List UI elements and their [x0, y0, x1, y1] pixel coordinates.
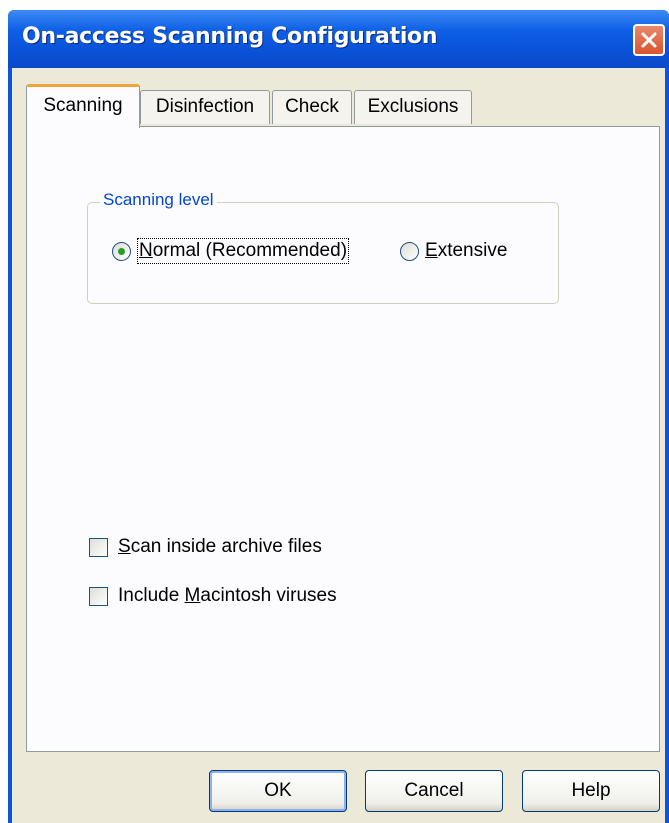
scanning-level-group: Scanning level Normal (Recommended) Exte… [87, 190, 559, 304]
mnemonic-s: S [118, 536, 131, 557]
tab-scanning-label: Scanning [43, 95, 123, 116]
checkbox-macintosh-text: acintosh viruses [200, 585, 337, 606]
checkbox-scan-archives-text: can inside archive files [130, 536, 322, 557]
radio-extensive[interactable]: Extensive [400, 240, 507, 262]
help-button-label: Help [571, 780, 611, 801]
dialog-window: On-access Scanning Configuration Scannin… [8, 10, 669, 823]
checkbox-macintosh[interactable]: Include Macintosh viruses [89, 585, 337, 607]
tab-scanning[interactable]: Scanning [26, 84, 140, 128]
radio-normal-label: Normal (Recommended) [137, 238, 350, 264]
help-button[interactable]: Help [522, 770, 660, 812]
ok-button[interactable]: OK [209, 770, 347, 812]
close-button[interactable] [633, 24, 665, 56]
radio-extensive-label: Extensive [425, 240, 507, 262]
scanning-level-label: Scanning level [100, 190, 217, 210]
tab-disinfection-label: Disinfection [155, 96, 255, 117]
cancel-button[interactable]: Cancel [365, 770, 503, 812]
tab-exclusions-label: Exclusions [367, 96, 459, 117]
checkbox-scan-archives[interactable]: Scan inside archive files [89, 536, 322, 558]
radio-extensive-indicator[interactable] [400, 241, 419, 261]
checkbox-scan-archives-label: Scan inside archive files [118, 536, 322, 558]
tab-check-label: Check [285, 96, 339, 117]
radio-selected-dot [118, 247, 125, 255]
window-title: On-access Scanning Configuration [22, 24, 438, 49]
scanning-tab-panel: Scanning level Normal (Recommended) Exte… [26, 126, 660, 752]
tab-disinfection[interactable]: Disinfection [140, 90, 270, 124]
mnemonic-n: N [139, 240, 153, 261]
title-bar[interactable]: On-access Scanning Configuration [8, 10, 669, 68]
close-icon [641, 32, 657, 48]
checkbox-macintosh-label: Include Macintosh viruses [118, 585, 337, 607]
checkbox-scan-archives-box[interactable] [89, 537, 108, 557]
radio-normal-indicator[interactable] [112, 241, 131, 261]
mnemonic-m: M [184, 585, 201, 606]
cancel-button-label: Cancel [404, 780, 464, 801]
tab-check[interactable]: Check [272, 90, 352, 124]
mnemonic-e: E [425, 240, 438, 261]
ok-button-label: OK [264, 780, 292, 801]
radio-extensive-text: xtensive [437, 240, 508, 261]
radio-normal[interactable]: Normal (Recommended) [112, 238, 350, 264]
radio-normal-text: ormal (Recommended) [152, 240, 348, 261]
checkbox-macintosh-prefix: Include [118, 585, 185, 606]
checkbox-macintosh-box[interactable] [89, 586, 108, 606]
tab-exclusions[interactable]: Exclusions [354, 90, 472, 124]
dialog-client-area: Scanning Disinfection Check Exclusions S… [12, 68, 665, 823]
